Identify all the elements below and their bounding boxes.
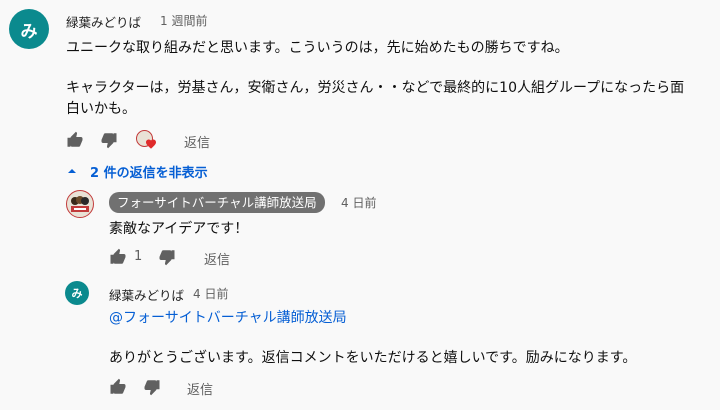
creator-heart [136, 130, 158, 150]
reply-1-avatar[interactable] [66, 190, 94, 218]
thumb-up-icon[interactable] [66, 131, 84, 149]
reply-1-author-badge[interactable]: フォーサイトバーチャル講師放送局 [109, 192, 325, 213]
heart-icon [146, 139, 156, 149]
reply-2-author[interactable]: 緑葉みどりば [109, 285, 184, 304]
comment-text-line-3: 白いかも。 [66, 101, 136, 117]
reply-1-timestamp[interactable]: 4 日前 [341, 194, 376, 211]
reply-2-thumb-up-icon[interactable] [109, 378, 127, 396]
hide-replies-toggle[interactable]: 2 件の返信を非表示 [66, 161, 208, 181]
comment-timestamp[interactable]: 1 週間前 [160, 12, 207, 29]
reply-2-avatar[interactable]: み [65, 281, 89, 305]
thumb-down-icon[interactable] [100, 131, 118, 149]
channel-logo-icon [71, 196, 89, 212]
reply-1-reply-button[interactable]: 返信 [204, 249, 230, 268]
reply-2-text: ありがとうございます。返信コメントをいただけると嬉しいです。励みになります。 [109, 350, 637, 366]
reply-2-thumb-down-icon[interactable] [143, 378, 161, 396]
reply-1-thumb-up-icon[interactable] [109, 248, 127, 266]
caret-up-icon [68, 169, 76, 173]
reply-2-timestamp[interactable]: 4 日前 [193, 285, 228, 302]
hide-replies-label: 2 件の返信を非表示 [90, 165, 208, 181]
reply-2-reply-button[interactable]: 返信 [187, 379, 213, 398]
comment-author[interactable]: 緑葉みどりば [66, 12, 141, 31]
reply-2-mention-link[interactable]: @フォーサイトバーチャル講師放送局 [109, 307, 347, 327]
comment-text-line-2: キャラクターは，労基さん，安衛さん，労災さん・・などで最終的に10人組グループに… [66, 80, 685, 96]
reply-1-like-count: 1 [134, 249, 143, 264]
commenter-avatar[interactable]: み [9, 9, 49, 49]
reply-1-thumb-down-icon[interactable] [158, 248, 176, 266]
comment-text-line-1: ユニークな取り組みだと思います。こういうのは，先に始めたもの勝ちですね。 [66, 40, 569, 56]
reply-button[interactable]: 返信 [184, 132, 210, 151]
reply-1-text: 素敵なアイデアです！ [109, 221, 249, 237]
